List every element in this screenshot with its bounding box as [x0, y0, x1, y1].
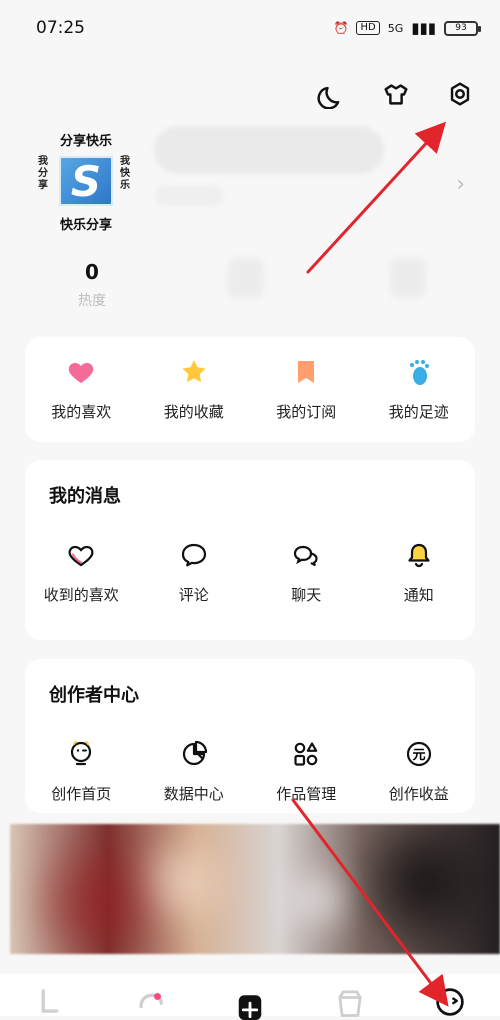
nav-discover[interactable]	[126, 974, 174, 1016]
earnings-button[interactable]: 元 创作收益	[363, 737, 476, 804]
blurred-stat	[228, 258, 264, 298]
received-likes-label: 收到的喜欢	[43, 586, 119, 604]
data-center-button[interactable]: 数据中心	[138, 737, 251, 804]
quick-actions-card: 我的喜欢 我的收藏 我的订阅 我的足迹	[25, 337, 475, 442]
creator-center-row: 创作首页 数据中心 作品管理 元 创作收益	[25, 737, 475, 804]
heat-value: 0	[85, 260, 99, 284]
logo-top-text: 分享快乐	[59, 134, 112, 149]
bottom-navigation	[0, 974, 500, 1020]
data-center-icon	[177, 737, 211, 771]
heart-icon	[64, 355, 98, 389]
chat-button[interactable]: 聊天	[250, 538, 363, 605]
logo-right-text: 我快乐	[120, 156, 130, 191]
comments-button[interactable]: 评论	[138, 538, 251, 605]
blurred-banner-image[interactable]	[10, 824, 500, 954]
creator-home-icon	[64, 737, 98, 771]
gear-icon[interactable]	[442, 76, 478, 112]
earnings-label: 创作收益	[388, 785, 449, 803]
my-subscriptions-button[interactable]: 我的订阅	[250, 355, 363, 422]
blurred-profile-name[interactable]	[154, 126, 384, 174]
heart-outline-icon	[64, 538, 98, 572]
data-center-label: 数据中心	[163, 785, 224, 803]
my-likes-button[interactable]: 我的喜欢	[25, 355, 138, 422]
earnings-icon: 元	[402, 737, 436, 771]
comments-label: 评论	[178, 586, 209, 604]
my-footprints-label: 我的足迹	[388, 403, 449, 421]
moon-icon[interactable]	[314, 76, 350, 112]
received-likes-button[interactable]: 收到的喜欢	[25, 538, 138, 605]
creator-center-title: 创作者中心	[49, 685, 139, 706]
creator-center-card: 创作者中心 创作首页 数据中心 作品管理 元 创作收益	[25, 659, 475, 813]
chat-label: 聊天	[291, 586, 322, 604]
network-icon: 5G	[387, 21, 404, 35]
status-icons: ⏰ HD 5G ▮▮▮ 93	[333, 18, 481, 37]
logo-s-mark: S	[59, 156, 113, 206]
svg-text:元: 元	[412, 748, 425, 763]
logo-left-text: 我分享	[38, 156, 48, 191]
comment-icon	[177, 538, 211, 572]
nav-profile[interactable]	[426, 974, 474, 1016]
chevron-right-icon[interactable]: ›	[456, 172, 465, 197]
works-management-icon	[289, 737, 323, 771]
quick-actions-row: 我的喜欢 我的收藏 我的订阅 我的足迹	[25, 355, 475, 422]
messages-title: 我的消息	[49, 486, 121, 507]
nav-shop[interactable]	[326, 974, 374, 1017]
status-bar: 07:25 ⏰ HD 5G ▮▮▮ 93	[0, 0, 500, 56]
heat-stat[interactable]: 0 热度	[52, 260, 132, 310]
creator-home-label: 创作首页	[51, 785, 112, 803]
notification-dot	[154, 993, 161, 1000]
battery-indicator: 93	[444, 20, 481, 36]
messages-card: 我的消息 收到的喜欢 评论 聊天 通知	[25, 460, 475, 640]
profile-logo: 分享快乐 我分享 S 我快乐 快乐分享	[36, 130, 136, 240]
my-footprints-button[interactable]: 我的足迹	[363, 355, 476, 422]
my-favorites-label: 我的收藏	[163, 403, 224, 421]
alarm-icon: ⏰	[333, 21, 349, 35]
works-management-button[interactable]: 作品管理	[250, 737, 363, 804]
top-actions	[314, 76, 478, 112]
my-subscriptions-label: 我的订阅	[276, 403, 337, 421]
signal-icon: ▮▮▮	[411, 18, 436, 37]
star-icon	[177, 355, 211, 389]
my-favorites-button[interactable]: 我的收藏	[138, 355, 251, 422]
my-likes-label: 我的喜欢	[51, 403, 112, 421]
bookmark-icon	[289, 355, 323, 389]
hd-icon: HD	[356, 21, 380, 35]
heat-label: 热度	[78, 293, 106, 309]
shirt-icon[interactable]	[378, 76, 414, 112]
creator-home-button[interactable]: 创作首页	[25, 737, 138, 804]
blurred-stat	[390, 258, 426, 298]
notifications-button[interactable]: 通知	[363, 538, 476, 605]
nav-home[interactable]	[26, 974, 74, 1016]
bell-icon	[402, 538, 436, 572]
blurred-profile-subtitle	[154, 186, 224, 206]
status-time: 07:25	[36, 18, 85, 38]
logo-bottom-text: 快乐分享	[59, 218, 112, 233]
nav-create[interactable]	[226, 974, 274, 1020]
messages-row: 收到的喜欢 评论 聊天 通知	[25, 538, 475, 605]
footprint-icon	[402, 355, 436, 389]
profile-section: 分享快乐 我分享 S 我快乐 快乐分享 › 0 热度	[0, 120, 500, 310]
notifications-label: 通知	[403, 586, 434, 604]
works-management-label: 作品管理	[276, 785, 337, 803]
chat-icon	[289, 538, 323, 572]
